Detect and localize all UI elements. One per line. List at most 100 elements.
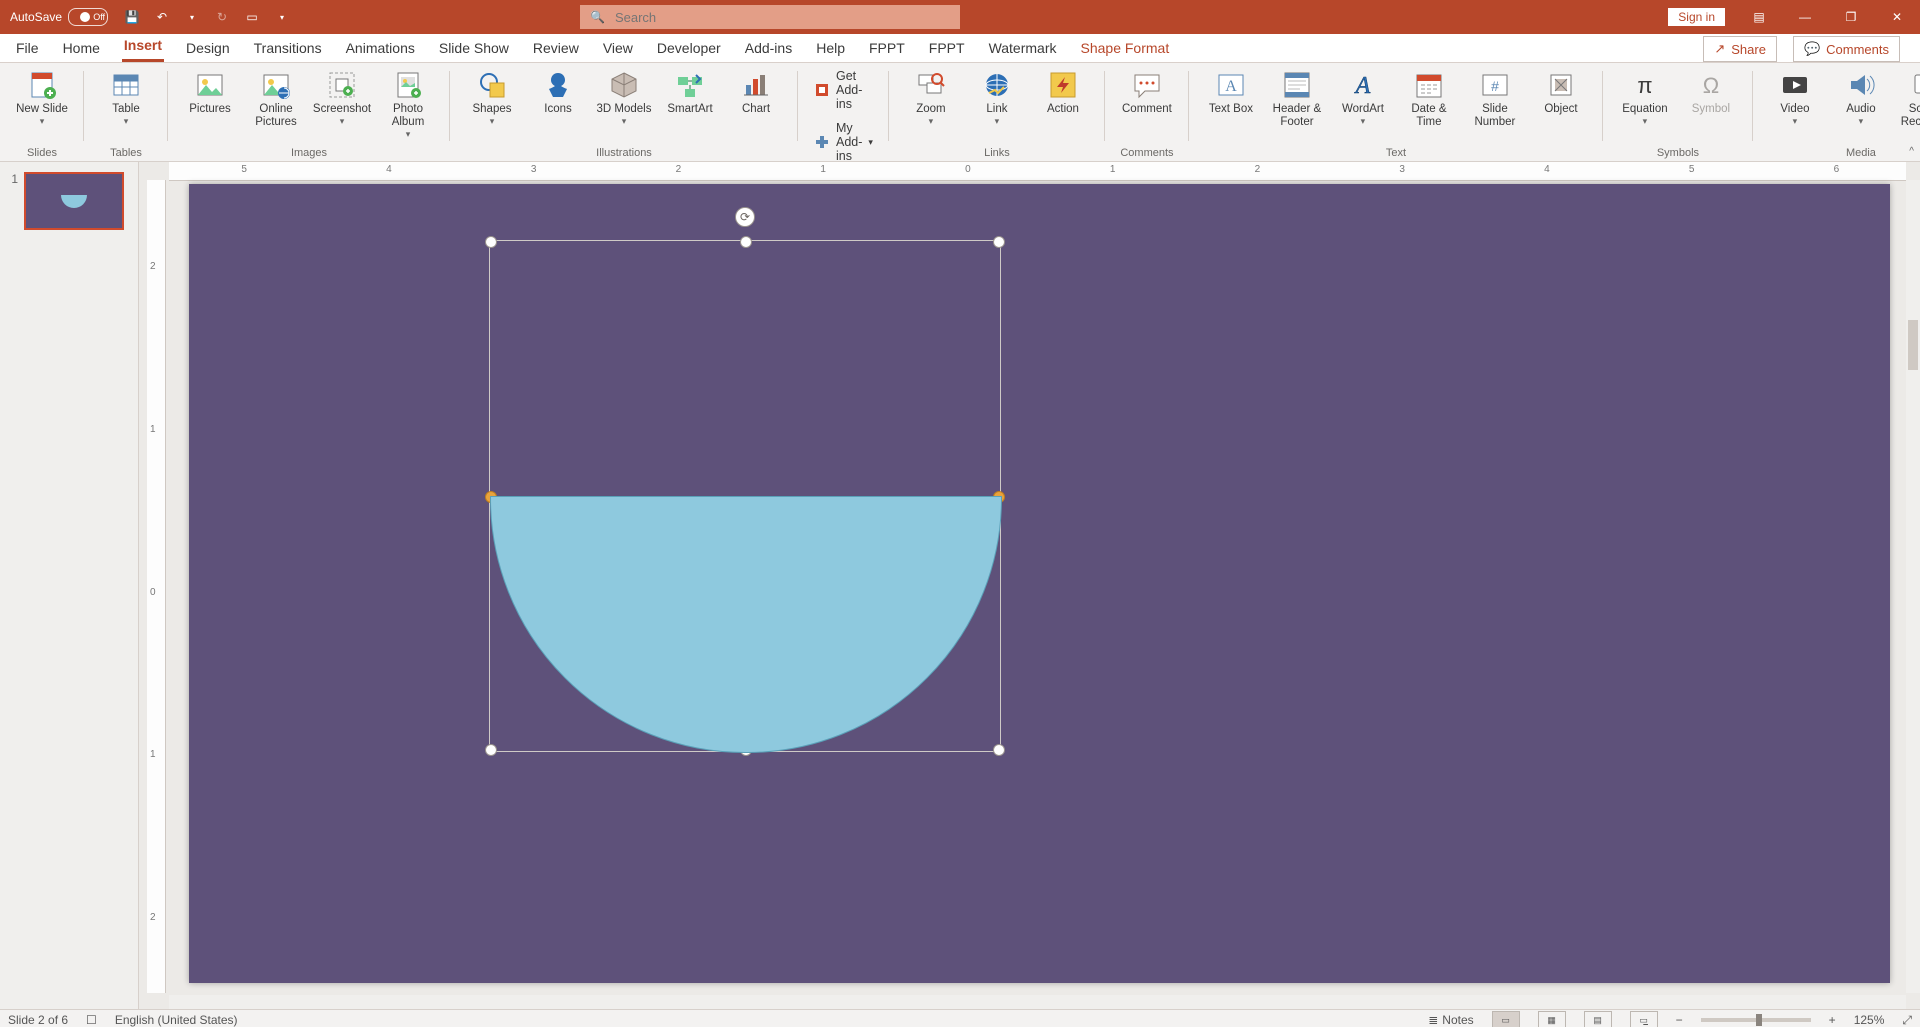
share-icon: ↗ [1714,41,1725,57]
slide-thumbnail-panel[interactable]: 1 [0,162,139,1009]
rotation-handle-icon[interactable]: ⟳ [735,207,755,227]
tab-view[interactable]: View [601,36,635,62]
slide[interactable]: ⟳ [189,184,1890,983]
smartart-button[interactable]: SmartArt [658,67,722,116]
close-icon[interactable]: ✕ [1874,0,1920,34]
slide-thumbnail[interactable] [24,172,124,230]
slide-counter[interactable]: Slide 2 of 6 [8,1013,68,1027]
shape-selection-box[interactable]: ⟳ [489,240,1001,752]
zoom-slider-thumb[interactable] [1756,1014,1762,1026]
vertical-scrollbar[interactable] [1906,180,1920,993]
resize-handle-n[interactable] [740,236,752,248]
tab-design[interactable]: Design [184,36,232,62]
new-slide-button[interactable]: New Slide▾ [10,67,74,127]
save-icon[interactable]: 💾 [124,9,140,25]
zoom-slider[interactable] [1701,1018,1811,1022]
thumbnail-row[interactable]: 1 [0,168,138,234]
signin-button[interactable]: Sign in [1667,7,1726,27]
slide-canvas-area: 543210123456 21012 ⟳ [139,162,1920,1009]
zoom-level[interactable]: 125% [1854,1013,1885,1027]
tab-watermark[interactable]: Watermark [987,36,1059,62]
video-icon [1779,69,1811,101]
header-&-footer-button[interactable]: Header & Footer [1265,67,1329,129]
3d-models-button[interactable]: 3D Models▾ [592,67,656,127]
tab-insert[interactable]: Insert [122,33,164,62]
icons-button[interactable]: Icons [526,67,590,116]
comment-button[interactable]: Comment [1115,67,1179,116]
resize-handle-sw[interactable] [485,744,497,756]
search-box[interactable]: 🔍 [580,5,960,29]
accessibility-icon[interactable]: ☐ [86,1013,97,1027]
resize-handle-nw[interactable] [485,236,497,248]
comments-button[interactable]: 💬 Comments [1793,36,1900,62]
audio-button[interactable]: Audio▾ [1829,67,1893,127]
undo-icon[interactable]: ↶ [154,9,170,25]
chart-button[interactable]: Chart [724,67,788,116]
reading-view-icon[interactable]: ▤ [1584,1011,1612,1027]
tab-fppt[interactable]: FPPT [867,36,907,62]
svg-text:A: A [1354,73,1371,99]
search-input[interactable] [613,9,950,26]
vertical-scroll-thumb[interactable] [1908,320,1918,370]
text-box-button[interactable]: AText Box [1199,67,1263,116]
autosave-toggle[interactable]: AutoSave Off [0,8,118,26]
h-ruler-tick: 3 [531,164,537,175]
tab-animations[interactable]: Animations [344,36,417,62]
customize-qat-icon[interactable]: ▾ [274,9,290,25]
tab-developer[interactable]: Developer [655,36,723,62]
resize-handle-se[interactable] [993,744,1005,756]
slideshow-view-icon[interactable]: ▭̲ [1630,1011,1658,1027]
link-button[interactable]: Link▾ [965,67,1029,127]
share-button[interactable]: ↗ Share [1703,36,1777,62]
shapes-button[interactable]: Shapes▾ [460,67,524,127]
tab-review[interactable]: Review [531,36,581,62]
text-box-icon: A [1215,69,1247,101]
ribbon-display-options-icon[interactable]: ▤ [1736,0,1782,34]
half-circle-shape[interactable] [490,496,1002,753]
my-add-ins-button[interactable]: My Add-ins▾ [808,119,879,165]
tab-shape-format[interactable]: Shape Format [1079,36,1172,62]
redo-icon[interactable]: ↻ [214,9,230,25]
screenshot-button[interactable]: Screenshot▾ [310,67,374,127]
v-ruler-tick: 1 [150,424,156,435]
tab-add-ins[interactable]: Add-ins [743,36,794,62]
resize-handle-ne[interactable] [993,236,1005,248]
screen-recording-button[interactable]: Screen Recording [1895,67,1920,129]
fit-to-window-icon[interactable]: ⤢ [1902,1013,1912,1027]
get-add-ins-button[interactable]: Get Add-ins [808,67,879,113]
tab-slide-show[interactable]: Slide Show [437,36,511,62]
online-pictures-button[interactable]: Online Pictures [244,67,308,129]
collapse-ribbon-icon[interactable]: ^ [1909,146,1914,157]
tab-file[interactable]: File [14,36,41,62]
notes-button[interactable]: ≣ Notes [1428,1013,1473,1027]
tab-help[interactable]: Help [814,36,847,62]
slide-number-icon: # [1479,69,1511,101]
photo-album-button[interactable]: Photo Album▾ [376,67,440,140]
tab-fppt[interactable]: FPPT [927,36,967,62]
table-button[interactable]: Table▾ [94,67,158,127]
photo-album-icon [392,69,424,101]
pictures-button[interactable]: Pictures [178,67,242,116]
minimize-icon[interactable]: — [1782,0,1828,34]
normal-view-icon[interactable]: ▭ [1492,1011,1520,1027]
language-status[interactable]: English (United States) [115,1013,238,1027]
start-from-beginning-icon[interactable]: ▭ [244,9,260,25]
zoom-button[interactable]: Zoom▾ [899,67,963,127]
object-button[interactable]: Object [1529,67,1593,116]
zoom-out-icon[interactable]: − [1676,1013,1683,1027]
date-&-time-button[interactable]: Date & Time [1397,67,1461,129]
group-label: Slides [27,147,57,159]
action-button[interactable]: Action [1031,67,1095,116]
maximize-icon[interactable]: ❐ [1828,0,1874,34]
status-bar: Slide 2 of 6 ☐ English (United States) ≣… [0,1009,1920,1027]
undo-more-icon[interactable]: ▾ [184,9,200,25]
slide-sorter-view-icon[interactable]: ▦ [1538,1011,1566,1027]
horizontal-scrollbar[interactable] [169,995,1906,1009]
wordart-button[interactable]: AWordArt▾ [1331,67,1395,127]
tab-home[interactable]: Home [61,36,102,62]
tab-transitions[interactable]: Transitions [252,36,324,62]
zoom-in-icon[interactable]: + [1829,1013,1836,1027]
slide-number-button[interactable]: #Slide Number [1463,67,1527,129]
video-button[interactable]: Video▾ [1763,67,1827,127]
equation-button[interactable]: πEquation▾ [1613,67,1677,127]
